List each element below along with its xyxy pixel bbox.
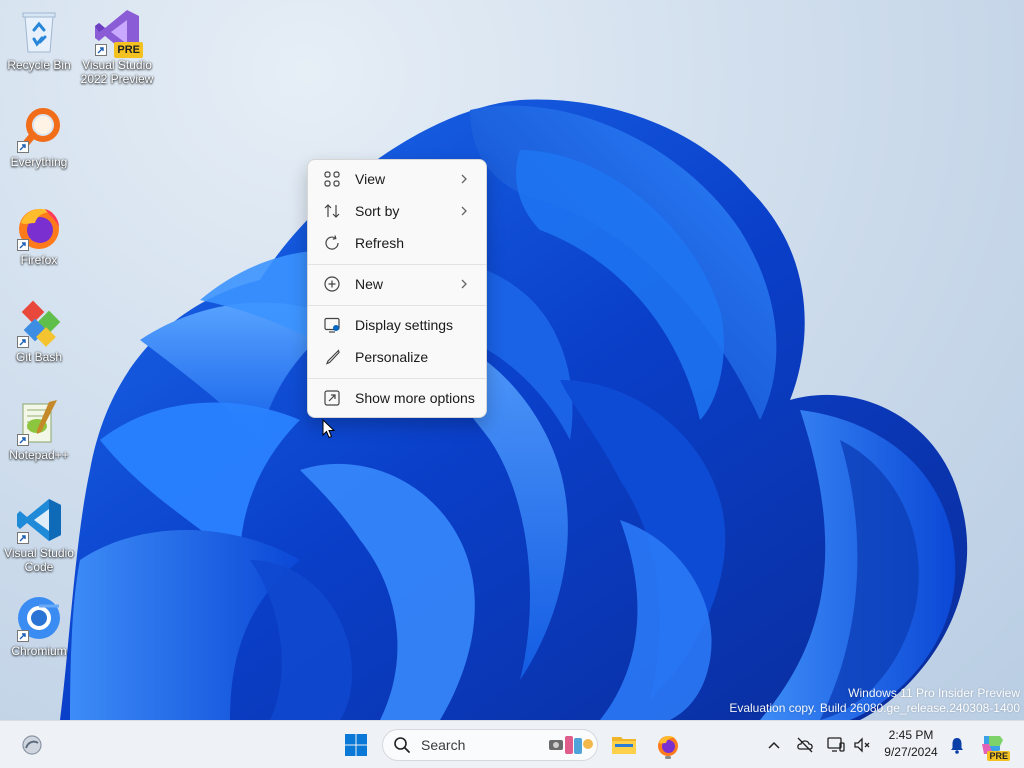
start-button[interactable]: [340, 729, 372, 761]
menu-item-refresh[interactable]: Refresh: [312, 228, 482, 258]
desktop-icon-visual-studio[interactable]: PRE Visual Studio 2022 Preview: [79, 8, 155, 86]
bloom-artwork: [60, 99, 968, 720]
brush-icon: [322, 347, 342, 367]
desktop-icon-label: Everything: [10, 155, 68, 169]
copilot-button[interactable]: PRE: [976, 729, 1010, 761]
desktop-icon-label: Firefox: [20, 253, 58, 267]
menu-item-label: Show more options: [355, 390, 475, 406]
menu-separator: [308, 305, 486, 306]
desktop-icon-firefox[interactable]: Firefox: [1, 203, 77, 267]
clock-time: 2:45 PM: [888, 728, 934, 742]
running-indicator: [665, 756, 671, 759]
menu-item-label: Sort by: [355, 203, 400, 219]
plus-circle-icon: [322, 274, 342, 294]
watermark-build: Evaluation copy. Build 26080.ge_release.…: [729, 701, 1020, 715]
visual-studio-icon: PRE: [93, 8, 143, 58]
widgets-button[interactable]: [16, 729, 48, 761]
menu-separator: [308, 378, 486, 379]
desktop-icon-label: Recycle Bin: [7, 58, 71, 72]
desktop-icon-notepad-plus-plus[interactable]: Notepad++: [1, 398, 77, 462]
clock-date: 9/27/2024: [884, 745, 938, 759]
mouse-cursor-icon: [322, 419, 336, 439]
menu-item-display-settings[interactable]: Display settings: [312, 310, 482, 340]
menu-item-personalize[interactable]: Personalize: [312, 342, 482, 372]
preview-badge: PRE: [114, 42, 143, 58]
taskbar: Search 2:45 PM 9/27/2024 PRE: [0, 720, 1024, 768]
watermark-edition: Windows 11 Pro Insider Preview: [848, 686, 1020, 700]
taskbar-search-box[interactable]: Search: [382, 729, 598, 761]
network-disconnected-icon[interactable]: [795, 735, 815, 755]
shortcut-arrow-icon: [17, 434, 29, 446]
shortcut-arrow-icon: [17, 336, 29, 348]
desktop-icon-label: Chromium: [11, 644, 67, 658]
desktop-context-menu: View Sort by Refresh New Display setting…: [307, 159, 487, 418]
display-icon: [322, 315, 342, 335]
menu-separator: [308, 264, 486, 265]
firefox-icon: [15, 203, 63, 251]
search-highlight-illustration-icon: [549, 736, 593, 754]
menu-item-new[interactable]: New: [312, 269, 482, 299]
taskbar-clock[interactable]: 2:45 PM 9/27/2024: [880, 727, 942, 761]
shortcut-arrow-icon: [17, 141, 29, 153]
git-bash-icon: [15, 300, 63, 348]
desktop-icon-label: Notepad++: [9, 448, 69, 462]
menu-item-label: New: [355, 276, 384, 292]
desktop-icon-vscode[interactable]: Visual Studio Code: [1, 496, 77, 574]
menu-item-label: View: [355, 171, 386, 187]
copilot-preview-badge: PRE: [987, 751, 1010, 761]
desktop-icon-chromium[interactable]: Chromium: [1, 594, 77, 658]
chevron-right-icon: [461, 279, 467, 289]
folder-icon: [612, 737, 636, 754]
menu-item-show-more-options[interactable]: Show more options: [312, 383, 482, 413]
menu-item-view[interactable]: View: [312, 164, 482, 194]
desktop-icon-label: Visual Studio Code: [4, 546, 74, 574]
chevron-right-icon: [461, 206, 467, 216]
speaker-muted-icon[interactable]: [852, 735, 872, 755]
firefox-icon: [658, 735, 678, 756]
desktop-icon-label: Git Bash: [15, 350, 63, 364]
vscode-icon: [15, 496, 63, 544]
windows-logo-icon: [345, 734, 367, 756]
shortcut-arrow-icon: [95, 44, 107, 56]
sort-icon: [322, 201, 342, 221]
menu-item-label: Display settings: [355, 317, 454, 333]
desktop-icon-git-bash[interactable]: Git Bash: [1, 300, 77, 364]
chromium-icon: [15, 594, 63, 642]
weather-widget-icon: [22, 735, 42, 755]
more-options-icon: [322, 388, 342, 408]
search-icon: [394, 737, 410, 753]
shortcut-arrow-icon: [17, 239, 29, 251]
notepad-plus-plus-icon: [15, 398, 63, 446]
recycle-bin-icon: [15, 8, 63, 56]
chevron-up-icon[interactable]: [764, 735, 784, 755]
desktop-icon-everything[interactable]: Everything: [1, 105, 77, 169]
menu-item-sort-by[interactable]: Sort by: [312, 196, 482, 226]
evaluation-watermark: Windows 11 Pro Insider Preview Evaluatio…: [729, 686, 1020, 716]
taskbar-file-explorer[interactable]: [608, 729, 640, 761]
menu-item-label: Personalize: [355, 349, 429, 365]
desktop-icon-label: Visual Studio 2022 Preview: [80, 58, 154, 86]
shortcut-arrow-icon: [17, 532, 29, 544]
search-placeholder: Search: [421, 737, 466, 753]
desktop-icon-recycle-bin[interactable]: Recycle Bin: [1, 8, 77, 72]
notification-bell-icon[interactable]: [947, 735, 967, 755]
grid-icon: [322, 169, 342, 189]
shortcut-arrow-icon: [17, 630, 29, 642]
chevron-right-icon: [461, 174, 467, 184]
menu-item-label: Refresh: [355, 235, 405, 251]
taskbar-firefox[interactable]: [652, 729, 684, 761]
everything-search-icon: [15, 105, 63, 153]
refresh-icon: [322, 233, 342, 253]
display-mirror-icon[interactable]: [826, 735, 846, 755]
desktop-wallpaper[interactable]: [0, 0, 1024, 720]
